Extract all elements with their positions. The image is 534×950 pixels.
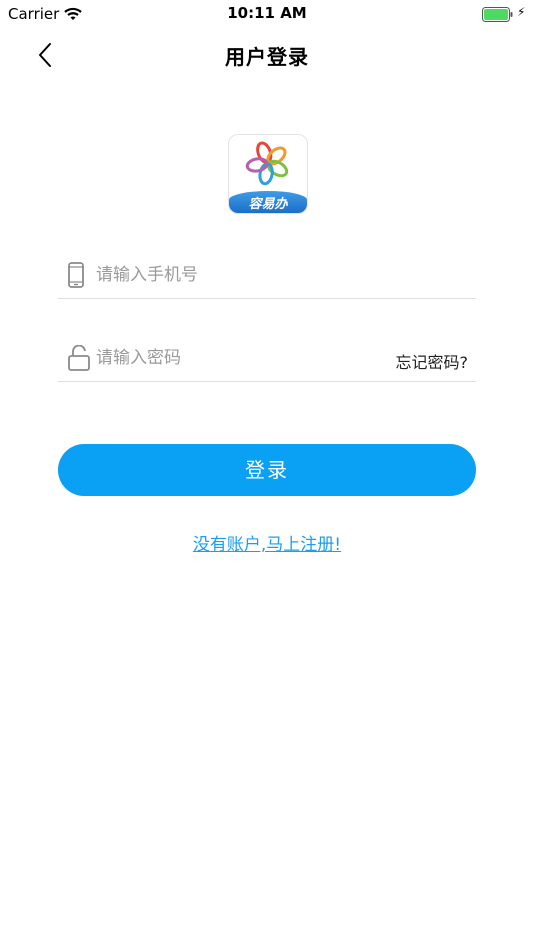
login-button[interactable]: 登录 — [58, 444, 476, 496]
password-input[interactable] — [96, 345, 376, 371]
nav-bar: 用户登录 — [0, 28, 534, 80]
page-title: 用户登录 — [225, 45, 309, 69]
register-link[interactable]: 没有账户,马上注册! — [0, 530, 534, 555]
clock: 10:11 AM — [227, 4, 307, 22]
status-bar: Carrier 10:11 AM ⚡ — [0, 0, 534, 28]
phone-icon — [68, 262, 84, 292]
logo-text: 容易办 — [248, 197, 288, 212]
lock-icon — [68, 344, 90, 375]
phone-field — [58, 254, 476, 299]
app-logo: 容易办 — [228, 134, 308, 214]
forgot-password-link[interactable]: 忘记密码? — [396, 349, 469, 373]
password-field: 忘记密码? — [58, 337, 476, 382]
phone-input[interactable] — [96, 262, 376, 288]
charging-icon: ⚡ — [517, 5, 526, 19]
flower-icon — [245, 141, 289, 186]
battery-icon — [482, 7, 514, 26]
